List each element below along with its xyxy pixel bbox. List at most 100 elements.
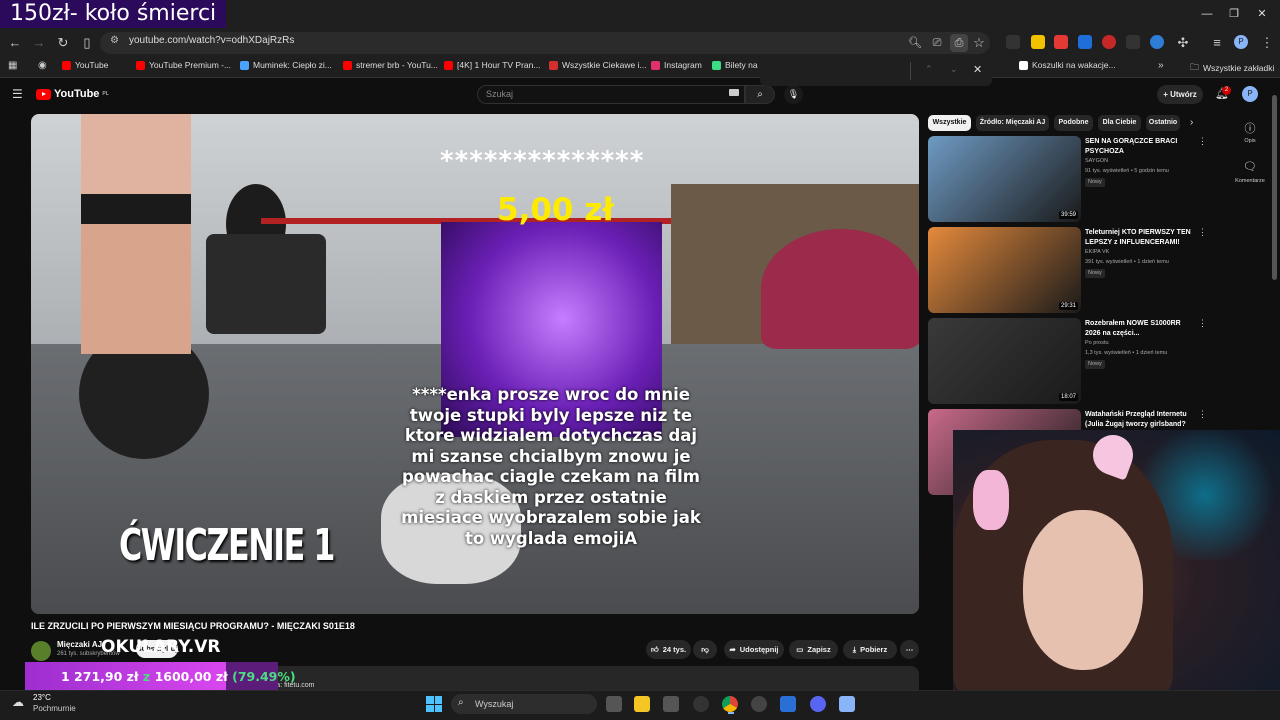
bookmark-label: Instagram	[664, 60, 702, 70]
search-button[interactable]: ⌕	[745, 85, 775, 104]
bookmark-item[interactable]: Wszystkie Ciekawe i...	[549, 60, 647, 70]
filter-chip[interactable]: Wszystkie	[928, 115, 971, 131]
rail-label-description[interactable]: Opis	[1232, 138, 1268, 144]
extension-icon[interactable]	[1031, 35, 1045, 49]
install-app-icon[interactable]: ⎙	[950, 34, 968, 52]
bookmark-favicon-icon[interactable]: ◉	[38, 60, 47, 71]
discord-icon[interactable]	[810, 696, 826, 712]
media-control-icon[interactable]: ≡	[1208, 34, 1226, 52]
info-icon[interactable]: ⓘ	[1239, 120, 1261, 136]
recommendation-title[interactable]: Teleturniej KTO PIERWSZY TEN LEPSZY z IN…	[1085, 228, 1193, 247]
scrollbar-thumb[interactable]	[1272, 95, 1277, 280]
task-view-icon[interactable]	[606, 696, 622, 712]
windows-start-icon[interactable]	[426, 696, 442, 712]
url-text[interactable]: youtube.com/watch?v=odhXDajRzRs	[129, 35, 294, 46]
chrome-icon[interactable]	[722, 696, 738, 712]
more-options-icon[interactable]: ⋮	[1198, 318, 1207, 329]
recommendation-thumbnail[interactable]: 39:59	[928, 136, 1081, 222]
notepad-icon[interactable]	[839, 696, 855, 712]
bookmark-item[interactable]: YouTube	[62, 60, 108, 70]
comment-icon[interactable]: 🗨︎	[1239, 160, 1261, 173]
file-explorer-icon[interactable]	[634, 696, 650, 712]
bookmark-star-icon[interactable]: ☆	[970, 34, 988, 52]
save-button[interactable]: ▭ Zapisz	[789, 640, 838, 659]
youtube-logo[interactable]: YouTube PL	[36, 88, 109, 100]
minimize-icon[interactable]: —	[1199, 6, 1215, 22]
recommendation-title[interactable]: Rozebrałem NOWE S1000RR 2026 na części..…	[1085, 319, 1193, 338]
more-options-icon[interactable]: ⋮	[1198, 136, 1207, 147]
filter-chip[interactable]: Dla Ciebie	[1098, 115, 1141, 131]
taskbar-search[interactable]: Wyszukaj	[451, 694, 597, 714]
maximize-icon[interactable]: ❐	[1226, 6, 1242, 22]
all-bookmarks-folder[interactable]: 🗀 Wszystkie zakładki	[1190, 60, 1274, 76]
more-options-icon[interactable]: ⋮	[1198, 409, 1207, 420]
store-icon[interactable]	[663, 696, 679, 712]
zoom-icon[interactable]: 🔍︎	[906, 34, 924, 52]
browser-menu-icon[interactable]: ⋮	[1258, 34, 1276, 52]
dislike-button[interactable]: 👎︎	[693, 640, 717, 659]
filter-chip[interactable]: Źródło: Mięczaki AJ	[976, 115, 1049, 131]
puzzle-icon[interactable]: ✣	[1174, 34, 1192, 52]
reload-icon[interactable]: ↻	[54, 34, 72, 52]
extension-icon[interactable]	[1078, 35, 1092, 49]
download-icon: ⤓	[852, 645, 857, 654]
bookmark-favicon-icon	[712, 60, 721, 70]
find-next-icon[interactable]: ⌄	[950, 64, 958, 75]
close-window-icon[interactable]: ✕	[1254, 6, 1270, 22]
extension-icon[interactable]	[1126, 35, 1140, 49]
chips-next-icon[interactable]: ›	[1190, 117, 1193, 128]
bookmark-item[interactable]: [4K] 1 Hour TV Pran...	[444, 60, 540, 70]
weather-cloud-icon[interactable]: ☁	[12, 695, 24, 709]
bookmark-item[interactable]: Bilety na I	[712, 60, 762, 70]
like-button[interactable]: 👍︎ 24 tys.	[646, 640, 691, 659]
bookmark-item[interactable]: Muminek: Ciepło zi...	[240, 60, 332, 70]
extension-icon[interactable]	[1006, 35, 1020, 49]
apps-grid-icon[interactable]: ▦	[8, 60, 17, 71]
share-icon: ➦	[729, 645, 736, 654]
bookmark-item[interactable]: YouTube Premium -...	[136, 60, 231, 70]
filter-chip[interactable]: Ostatnio	[1146, 115, 1180, 131]
bookmark-label: YouTube Premium -...	[149, 60, 232, 70]
voice-search-button[interactable]: 🎙︎	[784, 85, 803, 104]
extension-icon[interactable]	[1102, 35, 1116, 49]
keyboard-icon[interactable]	[729, 89, 739, 96]
channel-avatar[interactable]	[31, 641, 51, 661]
bookmark-item[interactable]: stremer brb - YouTu...	[343, 60, 438, 70]
forward-arrow-icon[interactable]: →	[30, 34, 48, 52]
more-actions-button[interactable]: ⋯	[900, 640, 919, 659]
recommendation-thumbnail[interactable]: 29:31	[928, 227, 1081, 313]
rail-label-comments[interactable]: Komentarze	[1232, 178, 1268, 184]
settings-gear-icon[interactable]	[751, 696, 767, 712]
search-input[interactable]: Szukaj	[477, 85, 745, 104]
taskbar-app-icon[interactable]	[780, 696, 796, 712]
hamburger-menu-icon[interactable]: ☰	[12, 87, 23, 101]
find-prev-icon[interactable]: ⌃	[925, 64, 933, 75]
site-info-icon[interactable]: ⚙	[110, 35, 119, 46]
split-view-icon[interactable]: ▯	[78, 34, 96, 52]
filter-chip[interactable]: Podobne	[1054, 115, 1093, 131]
recommendation-thumbnail[interactable]: 18:07	[928, 318, 1081, 404]
profile-avatar[interactable]: P	[1234, 35, 1248, 49]
bookmark-favicon-icon	[62, 60, 71, 70]
taskbar-app-icon[interactable]	[693, 696, 709, 712]
bookmark-label: Muminek: Ciepło zi...	[253, 60, 332, 70]
find-close-icon[interactable]: ✕	[973, 63, 982, 76]
recommendation-channel: EKIPA VK	[1085, 249, 1110, 255]
recommendation-title[interactable]: SEN NA GORĄCZCE BRACI PSYCHOZA	[1085, 137, 1193, 156]
weather-description[interactable]: Pochmurnie	[33, 704, 76, 713]
bookmark-item[interactable]: Koszulki na wakacje...	[1019, 60, 1116, 70]
bookmark-label: YouTube	[75, 60, 109, 70]
weather-temperature[interactable]: 23°C	[33, 693, 51, 702]
account-avatar[interactable]: P	[1242, 86, 1258, 102]
back-arrow-icon[interactable]: ←	[6, 34, 24, 52]
share-button[interactable]: ➦ Udostępnij	[724, 640, 784, 659]
cast-icon[interactable]: ⎚	[928, 34, 946, 52]
download-button[interactable]: ⤓ Pobierz	[843, 640, 897, 659]
extension-icon[interactable]	[1150, 35, 1164, 49]
create-button[interactable]: + Utwórz	[1157, 85, 1203, 104]
extension-icon[interactable]	[1054, 35, 1068, 49]
more-bookmarks-icon[interactable]: »	[1158, 60, 1164, 71]
bookmark-item[interactable]: Instagram	[651, 60, 702, 70]
more-options-icon[interactable]: ⋮	[1198, 227, 1207, 238]
channel-name[interactable]: Mięczaki AJ	[57, 640, 102, 649]
